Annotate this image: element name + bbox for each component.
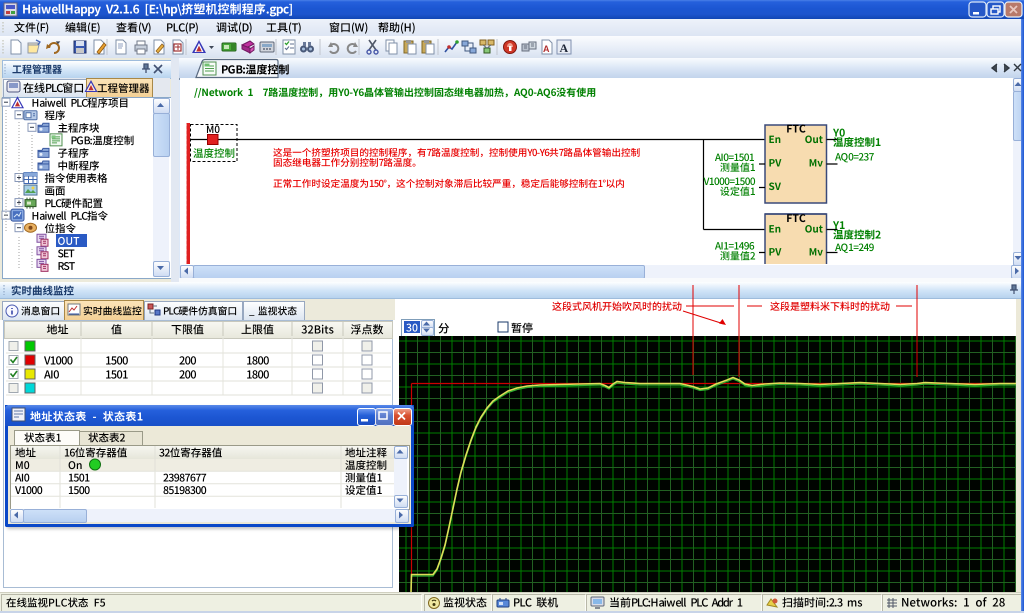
svg-text:A: A	[560, 41, 569, 55]
svg-text:A: A	[543, 44, 550, 54]
